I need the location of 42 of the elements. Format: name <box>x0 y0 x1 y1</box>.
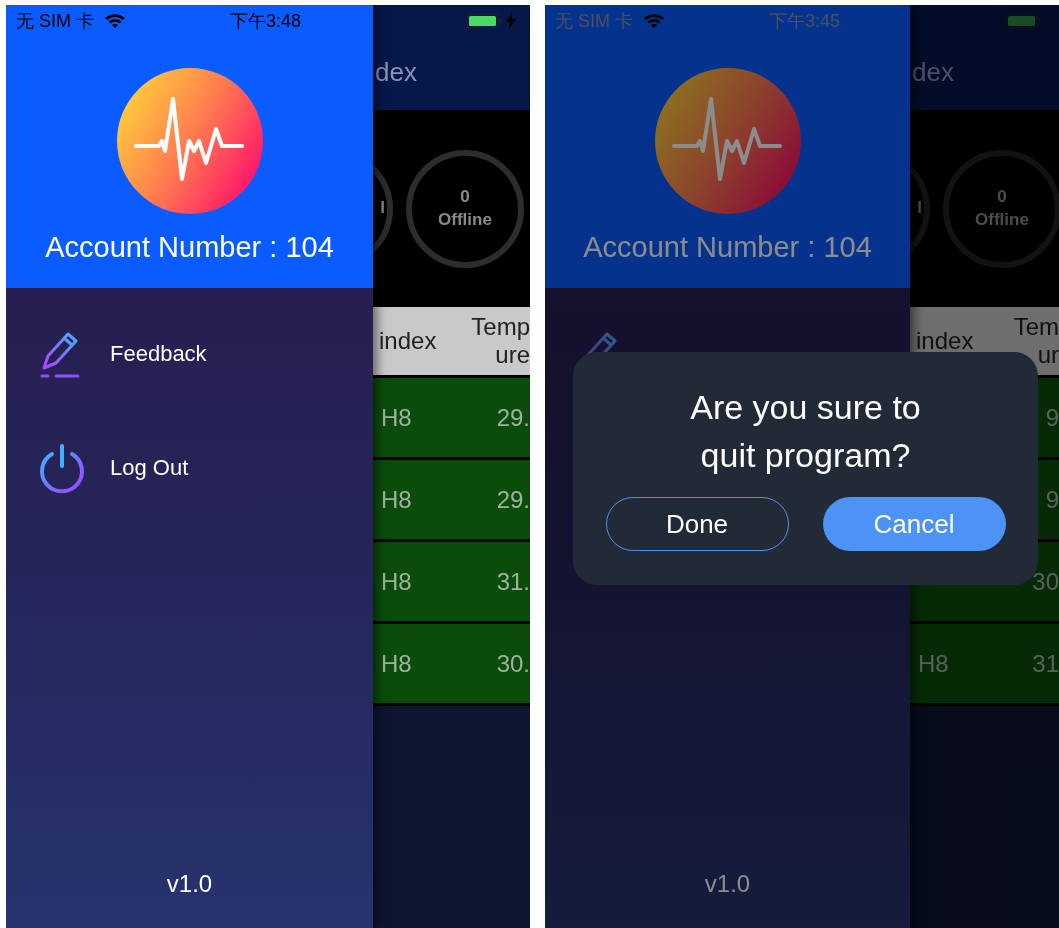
menu-item[interactable]: Feedback <box>36 328 373 380</box>
table-cell: 9 <box>1045 485 1059 513</box>
table-cell: 30. <box>496 649 530 677</box>
account-number: Account Number : 104 <box>45 231 334 264</box>
column-header: index <box>915 327 975 355</box>
column-header: Tem ur <box>1012 313 1059 369</box>
status-time: 下午3:48 <box>230 10 302 33</box>
column-header: Temp ure <box>470 313 530 369</box>
dialog-message: Are you sure to quit program? <box>689 387 922 476</box>
page-title: dex <box>912 57 954 88</box>
table-cell: 9 <box>1045 403 1059 431</box>
wifi-icon <box>643 13 665 29</box>
menu-item[interactable]: Log Out <box>36 442 373 494</box>
version-label: v1.0 <box>704 870 751 898</box>
heartbeat-logo-icon <box>115 67 264 215</box>
table-row[interactable]: H8 30. <box>373 624 530 706</box>
heartbeat-logo-icon <box>653 67 802 215</box>
table-cell: 29. <box>496 403 530 431</box>
column-header: index <box>378 327 438 355</box>
table-cell: 30 <box>1032 567 1059 595</box>
table-cell: H8 <box>381 403 412 431</box>
carrier-label: 无 SIM 卡 <box>555 10 633 33</box>
table-cell: H8 <box>381 649 412 677</box>
table-row[interactable]: H8 31 <box>910 624 1059 706</box>
version-label: v1.0 <box>166 870 213 898</box>
table-cell: 31 <box>1032 649 1059 677</box>
page-title: dex <box>375 57 417 88</box>
table-row[interactable]: H8 29. <box>373 378 530 460</box>
table-cell: H8 <box>381 485 412 513</box>
table-cell: H8 <box>918 649 949 677</box>
stat-ring: 0 Offline <box>406 149 524 268</box>
status-time: 下午3:45 <box>769 10 841 33</box>
table-row[interactable]: H8 29. <box>373 460 530 542</box>
stat-ring: 0 Offline <box>943 149 1059 268</box>
dialog-button[interactable]: Cancel <box>822 497 1006 552</box>
table-cell: H8 <box>381 567 412 595</box>
table-cell: 31. <box>496 567 530 595</box>
wifi-icon <box>104 13 126 29</box>
account-number: Account Number : 104 <box>583 231 872 264</box>
table-row[interactable]: H8 31. <box>373 542 530 624</box>
table-cell: 29. <box>496 485 530 513</box>
carrier-label: 无 SIM 卡 <box>16 10 94 33</box>
